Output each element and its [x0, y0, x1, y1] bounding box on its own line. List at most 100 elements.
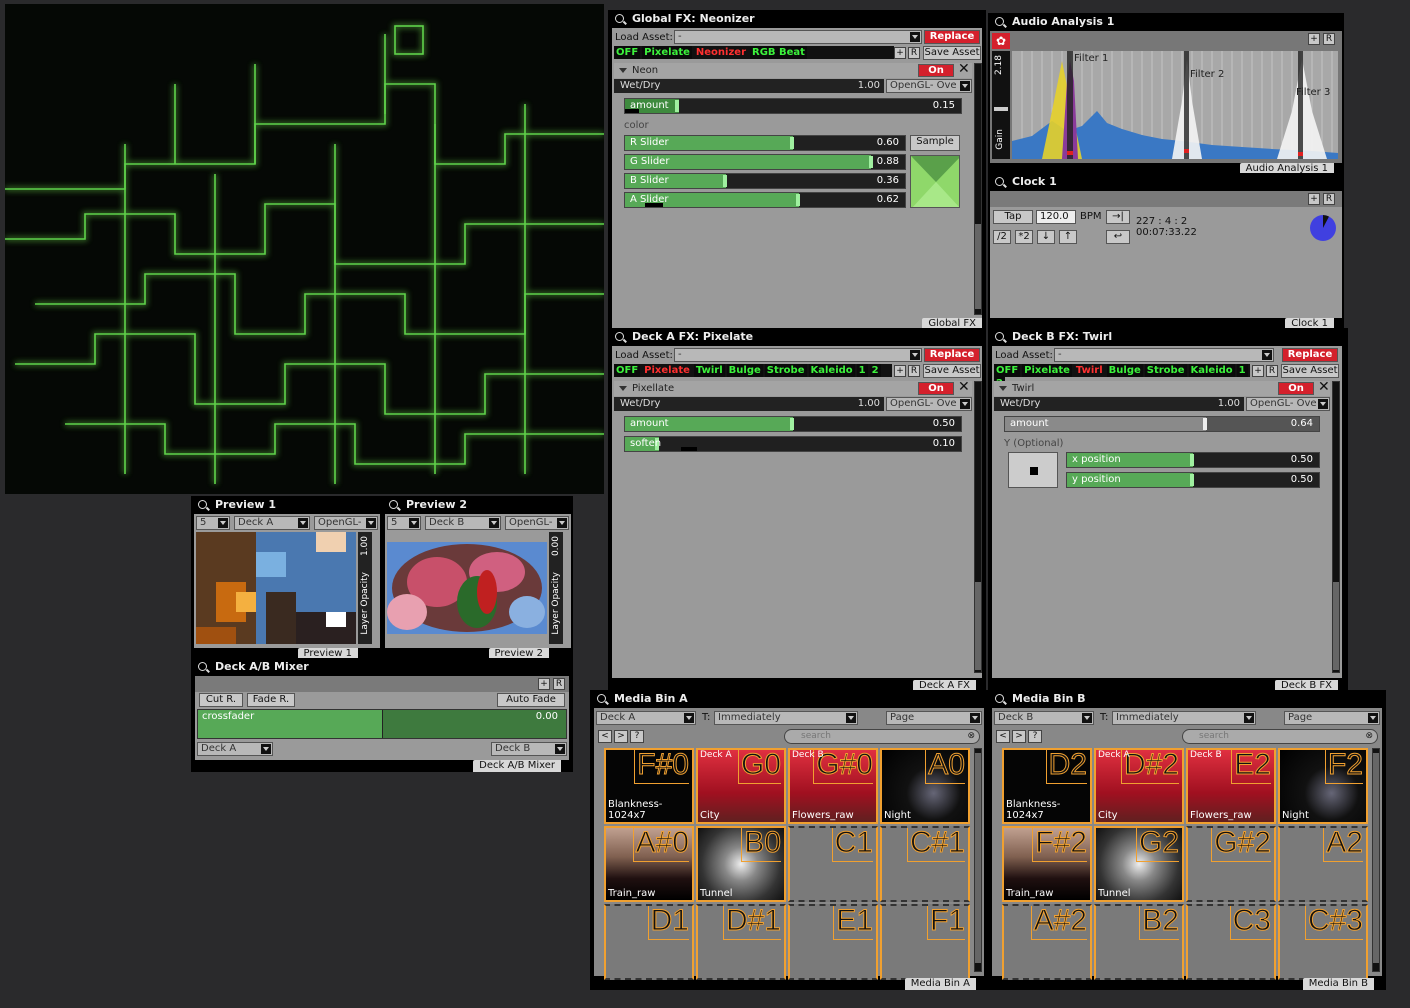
blend-dropdown[interactable]: OpenGL-: [314, 516, 378, 530]
clip-cell[interactable]: G0 Deck A City: [696, 748, 786, 824]
clip-cell[interactable]: C3: [1186, 904, 1276, 980]
add-button[interactable]: +: [894, 47, 906, 59]
clip-cell[interactable]: C#3: [1278, 904, 1368, 980]
fx-chip-neonizer[interactable]: Neonizer: [694, 46, 748, 59]
auto-fade-button[interactable]: Auto Fade: [497, 693, 565, 707]
reset-button[interactable]: R: [908, 365, 920, 377]
fx-chip-twirl[interactable]: Twirl: [1074, 364, 1105, 377]
deck-dropdown[interactable]: Deck A: [596, 711, 696, 725]
save-asset-button[interactable]: Save Asset: [923, 364, 981, 378]
wet-dry-row[interactable]: Wet/Dry 1.00: [614, 79, 884, 93]
amount-slider[interactable]: amount 0.15: [624, 98, 962, 114]
trigger-dropdown[interactable]: Immediately: [714, 711, 858, 725]
fx-chip-bulge[interactable]: Bulge: [1106, 364, 1143, 377]
add-button[interactable]: +: [1252, 365, 1264, 377]
on-toggle[interactable]: On: [1278, 382, 1314, 395]
clip-cell[interactable]: A2: [1278, 826, 1368, 902]
clip-cell[interactable]: G#2: [1186, 826, 1276, 902]
b-slider[interactable]: B Slider 0.36: [624, 173, 906, 189]
deck-b-dropdown[interactable]: Deck B: [491, 742, 567, 756]
clip-cell[interactable]: D#1: [696, 904, 786, 980]
trigger-dropdown[interactable]: Immediately: [1112, 711, 1256, 725]
fx-chip-kaleido[interactable]: Kaleido: [808, 364, 855, 377]
save-asset-button[interactable]: Save Asset: [1281, 364, 1339, 378]
clip-cell[interactable]: E1: [788, 904, 878, 980]
fx-scrollbar[interactable]: [1332, 381, 1340, 673]
prev-icon[interactable]: <: [598, 730, 612, 743]
asset-dropdown[interactable]: -: [674, 348, 922, 362]
deck-a-dropdown[interactable]: Deck A: [197, 742, 273, 756]
fx-chip-off[interactable]: OFF: [994, 364, 1021, 377]
g-slider[interactable]: G Slider 0.88: [624, 154, 906, 170]
fx-chip-twirl[interactable]: Twirl: [693, 364, 725, 377]
clip-cell[interactable]: D1: [604, 904, 694, 980]
reset-button[interactable]: R: [1266, 365, 1278, 377]
replace-button[interactable]: Replace: [924, 30, 980, 44]
bin-scrollbar[interactable]: [974, 748, 982, 972]
fx-chip-2[interactable]: 2: [869, 364, 881, 377]
fx-chip-1[interactable]: 1: [1236, 364, 1248, 377]
blend-mode-dropdown[interactable]: OpenGL- Ove: [886, 397, 972, 411]
page-dropdown[interactable]: Page: [1284, 711, 1380, 725]
clip-cell[interactable]: A#0 Train_raw: [604, 826, 694, 902]
asset-dropdown[interactable]: -: [1054, 348, 1274, 362]
spectrum-view[interactable]: Filter 1 Filter 2 Filter 3: [1012, 51, 1338, 159]
next-icon[interactable]: >: [1012, 730, 1026, 743]
save-asset-button[interactable]: Save Asset: [923, 46, 981, 60]
replace-button[interactable]: Replace: [924, 348, 980, 362]
x-position-slider[interactable]: x position 0.50: [1066, 452, 1320, 468]
fx-scrollbar[interactable]: [974, 381, 982, 673]
clip-cell[interactable]: C1: [788, 826, 878, 902]
clip-cell[interactable]: A0 Night: [880, 748, 970, 824]
fx-chip-rgb-beat[interactable]: RGB Beat: [750, 46, 807, 59]
blend-dropdown[interactable]: OpenGL-: [505, 516, 569, 530]
add-button[interactable]: +: [1308, 193, 1320, 205]
clip-cell[interactable]: A#2: [1002, 904, 1092, 980]
fx-chip-kaleido[interactable]: Kaleido: [1188, 364, 1235, 377]
fx-chip-pixelate[interactable]: Pixelate: [642, 364, 692, 377]
soften-slider[interactable]: soften 0.10: [624, 436, 962, 452]
prev-icon[interactable]: <: [996, 730, 1010, 743]
tempo-down-button[interactable]: ↓: [1037, 230, 1055, 244]
bpm-field[interactable]: 120.0: [1036, 210, 1076, 224]
reset-button[interactable]: R: [1323, 33, 1335, 45]
reset-button[interactable]: R: [553, 678, 565, 690]
sample-button[interactable]: Sample: [910, 135, 960, 151]
layer-num-dropdown[interactable]: 5: [387, 516, 421, 530]
add-button[interactable]: +: [894, 365, 906, 377]
help-button[interactable]: ?: [1028, 730, 1042, 743]
clip-cell[interactable]: F1: [880, 904, 970, 980]
amount-slider[interactable]: amount 0.50: [624, 416, 962, 432]
clip-cell[interactable]: E2 Deck B Flowers_raw: [1186, 748, 1276, 824]
return-icon[interactable]: ↩: [1106, 230, 1130, 244]
tap-button[interactable]: Tap: [993, 210, 1033, 224]
deck-dropdown[interactable]: Deck B: [425, 516, 501, 530]
page-dropdown[interactable]: Page: [886, 711, 982, 725]
settings-icon[interactable]: ✿: [992, 33, 1010, 49]
tempo-up-button[interactable]: ↑: [1059, 230, 1077, 244]
next-icon[interactable]: >: [614, 730, 628, 743]
color-swatch[interactable]: [910, 155, 960, 208]
fx-chip-strobe[interactable]: Strobe: [1144, 364, 1187, 377]
close-icon[interactable]: ✕: [958, 379, 970, 395]
replace-button[interactable]: Replace: [1282, 348, 1338, 362]
layer-opacity-slider[interactable]: 0.00 Layer Opacity: [549, 532, 563, 644]
reset-button[interactable]: R: [908, 47, 920, 59]
add-button[interactable]: +: [1308, 33, 1320, 45]
fx-chip-1[interactable]: 1: [856, 364, 868, 377]
fx-scrollbar[interactable]: [974, 63, 982, 315]
clip-cell[interactable]: G#0 Deck B Flowers_raw: [788, 748, 878, 824]
deck-dropdown[interactable]: Deck A: [234, 516, 310, 530]
deck-dropdown[interactable]: Deck B: [994, 711, 1094, 725]
help-button[interactable]: ?: [630, 730, 644, 743]
crossfader-slider[interactable]: crossfader 0.00: [197, 709, 567, 739]
fx-chip-bulge[interactable]: Bulge: [726, 364, 763, 377]
blend-mode-dropdown[interactable]: OpenGL- Ove: [1246, 397, 1330, 411]
clear-icon[interactable]: ⊗: [967, 730, 975, 743]
amount-slider[interactable]: amount 0.64: [1004, 416, 1320, 432]
bin-scrollbar[interactable]: [1372, 748, 1380, 972]
blend-mode-dropdown[interactable]: OpenGL- Ove: [886, 79, 972, 93]
fx-chip-strobe[interactable]: Strobe: [764, 364, 807, 377]
clip-cell[interactable]: B0 Tunnel: [696, 826, 786, 902]
half-tempo-button[interactable]: /2: [993, 230, 1011, 244]
